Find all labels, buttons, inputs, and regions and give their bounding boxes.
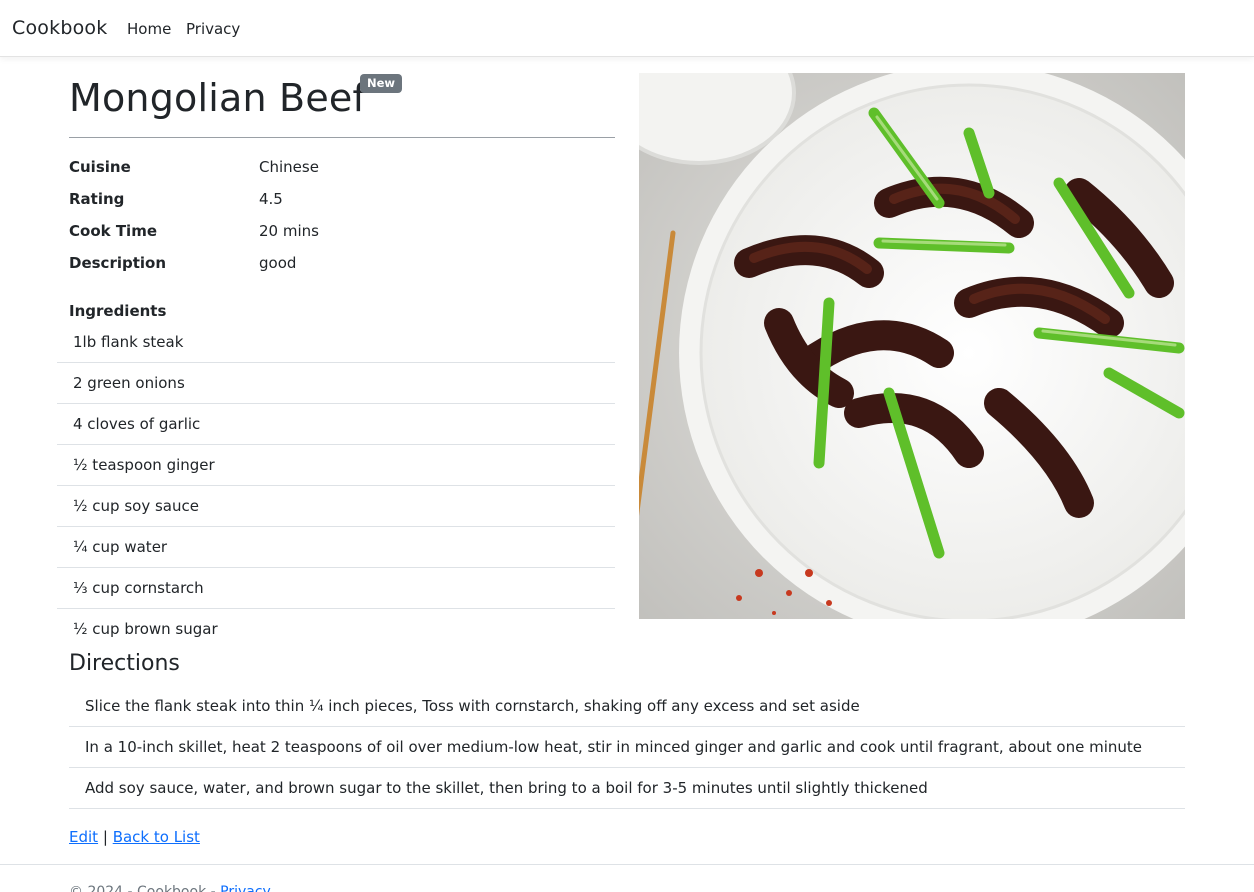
title-divider xyxy=(69,137,615,138)
ingredient-item: ½ teaspoon ginger xyxy=(57,445,615,486)
top-navbar: Cookbook Home Privacy xyxy=(0,0,1254,57)
recipe-photo xyxy=(639,73,1185,619)
nav-link-privacy[interactable]: Privacy xyxy=(186,20,240,38)
direction-step: In a 10-inch skillet, heat 2 teaspoons o… xyxy=(69,727,1185,768)
footer-privacy-link[interactable]: Privacy xyxy=(220,884,271,892)
directions-heading: Directions xyxy=(69,651,180,676)
description-value: good xyxy=(259,254,297,272)
new-badge: New xyxy=(360,74,403,93)
ingredient-item: 2 green onions xyxy=(57,363,615,404)
direction-step: Slice the flank steak into thin ¼ inch p… xyxy=(69,686,1185,727)
action-links: Edit | Back to List xyxy=(69,828,200,846)
ingredient-item: ½ cup brown sugar xyxy=(73,620,218,638)
cook-time-value: 20 mins xyxy=(259,222,319,240)
nav-link-home[interactable]: Home xyxy=(127,20,171,38)
recipe-title: Mongolian Beef xyxy=(69,76,367,120)
description-label: Description xyxy=(69,254,167,272)
footer-divider xyxy=(0,864,1254,865)
footer-copyright: © 2024 - Cookbook - xyxy=(69,884,221,892)
ingredient-item: ¼ cup water xyxy=(57,527,615,568)
ingredients-list: 1lb flank steak 2 green onions 4 cloves … xyxy=(57,322,615,650)
brand-link[interactable]: Cookbook xyxy=(12,17,107,39)
directions-list: Slice the flank steak into thin ¼ inch p… xyxy=(69,686,1185,809)
cuisine-value: Chinese xyxy=(259,158,319,176)
back-to-list-link[interactable]: Back to List xyxy=(113,828,200,846)
page-footer: © 2024 - Cookbook - Privacy xyxy=(69,884,271,892)
link-separator: | xyxy=(102,828,108,846)
ingredient-item: 4 cloves of garlic xyxy=(57,404,615,445)
ingredients-heading: Ingredients xyxy=(69,302,167,320)
direction-step: Add soy sauce, water, and brown sugar to… xyxy=(69,768,1185,809)
ingredient-item: ⅓ cup cornstarch xyxy=(57,568,615,609)
cuisine-label: Cuisine xyxy=(69,158,131,176)
ingredient-item: 1lb flank steak xyxy=(57,322,615,363)
cook-time-label: Cook Time xyxy=(69,222,157,240)
ingredient-item: ½ cup soy sauce xyxy=(57,486,615,527)
rating-value: 4.5 xyxy=(259,190,283,208)
rating-label: Rating xyxy=(69,190,125,208)
edit-link[interactable]: Edit xyxy=(69,828,98,846)
